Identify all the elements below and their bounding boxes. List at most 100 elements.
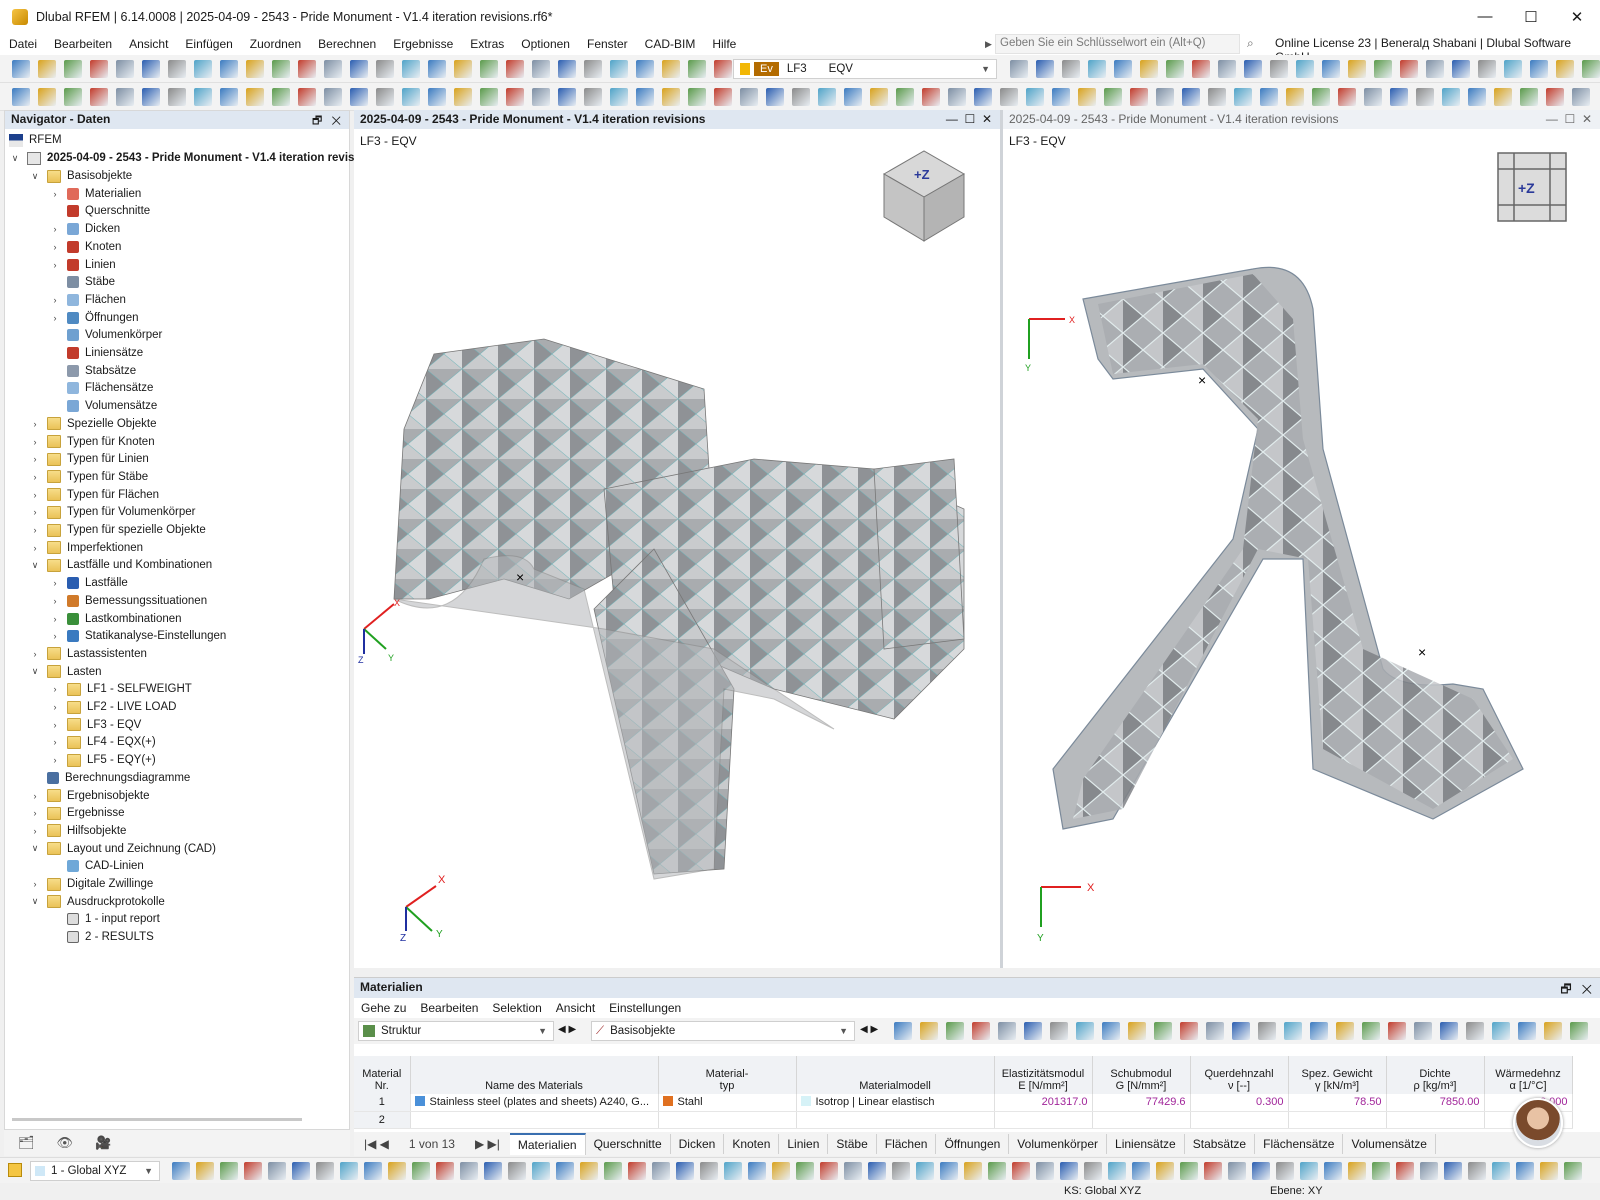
chevron-right-icon[interactable]: ›	[49, 737, 61, 747]
toolbar-tool-icon[interactable]	[12, 60, 30, 78]
toolbar-tool-icon[interactable]	[896, 88, 914, 106]
tree-item[interactable]: › Spezielle Objekte	[29, 415, 157, 433]
toolbar-tool-icon[interactable]	[38, 60, 56, 78]
toolbar-tool-icon[interactable]	[1252, 1162, 1270, 1180]
toolbar-tool-icon[interactable]	[1396, 1162, 1414, 1180]
view-cube-top[interactable]: +Z	[1497, 152, 1567, 222]
tree-item[interactable]: › Statikanalyse-Einstellungen	[49, 627, 226, 645]
toolbar-tool-icon[interactable]	[1132, 1162, 1150, 1180]
toolbar-tool-icon[interactable]	[652, 1162, 670, 1180]
toolbar-tool-icon[interactable]	[12, 88, 30, 106]
toolbar-tool-icon[interactable]	[1516, 1162, 1534, 1180]
coord-system-combo[interactable]: 1 - Global XYZ ▼	[30, 1161, 160, 1181]
toolbar-tool-icon[interactable]	[1260, 88, 1278, 106]
loadcase-selector[interactable]: Ev LF3 EQV ▼	[733, 59, 997, 79]
toolbar-tool-icon[interactable]	[428, 60, 446, 78]
toolbar-tool-icon[interactable]	[584, 60, 602, 78]
chevron-down-icon[interactable]: ∨	[29, 896, 41, 907]
toolbar-tool-icon[interactable]	[484, 1162, 502, 1180]
toolbar-tool-icon[interactable]	[688, 88, 706, 106]
toolbar-tool-icon[interactable]	[506, 60, 524, 78]
toolbar-tool-icon[interactable]	[1556, 60, 1574, 78]
toolbar-tool-icon[interactable]	[1348, 1162, 1366, 1180]
chevron-right-icon[interactable]: ›	[49, 684, 61, 694]
toolbar-tool-icon[interactable]	[580, 1162, 598, 1180]
toolbar-tool-icon[interactable]	[1108, 1162, 1126, 1180]
tree-item[interactable]: Liniensätze	[49, 344, 143, 362]
tree-item[interactable]: › Bemessungssituationen	[49, 592, 207, 610]
tab-stäbe[interactable]: Stäbe	[828, 1134, 877, 1154]
views-navigator-icon[interactable]: 🎥	[95, 1135, 111, 1151]
toolbar-tool-icon[interactable]	[1570, 1022, 1588, 1040]
toolbar-tool-icon[interactable]	[298, 88, 316, 106]
toolbar-tool-icon[interactable]	[584, 88, 602, 106]
tree-item[interactable]: › Ergebnisobjekte	[29, 787, 149, 805]
toolbar-tool-icon[interactable]	[796, 1162, 814, 1180]
toolbar-tool-icon[interactable]	[298, 60, 316, 78]
table-cell-E[interactable]: 201317.0	[994, 1094, 1093, 1112]
toolbar-tool-icon[interactable]	[1050, 1022, 1068, 1040]
toolbar-tool-icon[interactable]	[1442, 88, 1460, 106]
chevron-right-icon[interactable]: ›	[49, 631, 61, 641]
chevron-down-icon[interactable]: ∨	[29, 171, 41, 182]
tree-item[interactable]: › Typen für spezielle Objekte	[29, 521, 206, 539]
display-navigator-icon[interactable]: 👁	[57, 1135, 74, 1151]
toolbar-tool-icon[interactable]	[1088, 60, 1106, 78]
chevron-down-icon[interactable]: ∨	[29, 843, 41, 854]
tab-flächensätze[interactable]: Flächensätze	[1255, 1134, 1344, 1154]
chevron-down-icon[interactable]: ∨	[29, 560, 41, 571]
toolbar-tool-icon[interactable]	[220, 60, 238, 78]
toolbar-tool-icon[interactable]	[1244, 60, 1262, 78]
toolbar-tool-icon[interactable]	[998, 1022, 1016, 1040]
toolbar-tool-icon[interactable]	[508, 1162, 526, 1180]
toolbar-tool-icon[interactable]	[1426, 60, 1444, 78]
toolbar-tool-icon[interactable]	[820, 1162, 838, 1180]
table-cell-G[interactable]	[1092, 1111, 1191, 1129]
toolbar-tool-icon[interactable]	[90, 60, 108, 78]
table-cell-G[interactable]: 77429.6	[1092, 1094, 1191, 1112]
toolbar-tool-icon[interactable]	[194, 88, 212, 106]
toolbar-tool-icon[interactable]	[1180, 1162, 1198, 1180]
tree-item[interactable]: › LF1 - SELFWEIGHT	[49, 680, 192, 698]
toolbar-tool-icon[interactable]	[1494, 88, 1512, 106]
toolbar-tool-icon[interactable]	[292, 1162, 310, 1180]
toolbar-tool-icon[interactable]	[1228, 1162, 1246, 1180]
toolbar-tool-icon[interactable]	[532, 1162, 550, 1180]
toolbar-tool-icon[interactable]	[1104, 88, 1122, 106]
toolbar-tool-icon[interactable]	[116, 60, 134, 78]
toolbar-tool-icon[interactable]	[454, 88, 472, 106]
chevron-right-icon[interactable]: ›	[29, 808, 41, 818]
toolbar-tool-icon[interactable]	[272, 60, 290, 78]
tree-item[interactable]: › Öffnungen	[49, 309, 139, 327]
toolbar-tool-icon[interactable]	[1062, 60, 1080, 78]
viewport-splitter[interactable]	[1000, 110, 1003, 968]
toolbar-tool-icon[interactable]	[142, 88, 160, 106]
toolbar-tool-icon[interactable]	[1582, 60, 1600, 78]
table-cell-model[interactable]	[796, 1111, 995, 1129]
tree-item[interactable]: › Ergebnisse	[29, 804, 125, 822]
toolbar-tool-icon[interactable]	[1364, 88, 1382, 106]
tree-item[interactable]: › Knoten	[49, 238, 121, 256]
toolbar-tool-icon[interactable]	[1416, 88, 1434, 106]
chevron-right-icon[interactable]: ›	[49, 720, 61, 730]
tab-querschnitte[interactable]: Querschnitte	[586, 1134, 671, 1154]
prev-next-icons[interactable]: ◀ ▶	[558, 1024, 576, 1035]
toolbar-tool-icon[interactable]	[740, 88, 758, 106]
toolbar-tool-icon[interactable]	[946, 1022, 964, 1040]
table-column-header[interactable]: Material Nr.	[354, 1056, 411, 1094]
toolbar-tool-icon[interactable]	[1026, 88, 1044, 106]
toolbar-tool-icon[interactable]	[1140, 60, 1158, 78]
tab-dicken[interactable]: Dicken	[671, 1134, 725, 1154]
menu-berechnen[interactable]: Berechnen	[309, 37, 384, 51]
toolbar-tool-icon[interactable]	[1492, 1022, 1510, 1040]
tree-item[interactable]: › Flächen	[49, 291, 126, 309]
toolbar-tool-icon[interactable]	[1300, 1162, 1318, 1180]
toolbar-tool-icon[interactable]	[1518, 1022, 1536, 1040]
toolbar-tool-icon[interactable]	[662, 60, 680, 78]
table-row[interactable]: 1 Stainless steel (plates and sheets) A24…	[354, 1094, 1573, 1112]
chevron-right-icon[interactable]: ›	[49, 242, 61, 252]
toolbar-tool-icon[interactable]	[1312, 88, 1330, 106]
toolbar-tool-icon[interactable]	[662, 88, 680, 106]
tree-item[interactable]: › Hilfsobjekte	[29, 822, 126, 840]
toolbar-tool-icon[interactable]	[1012, 1162, 1030, 1180]
